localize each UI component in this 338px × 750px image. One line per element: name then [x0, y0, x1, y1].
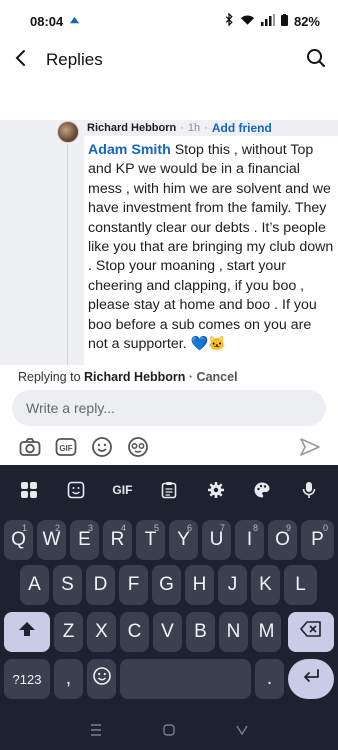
- key-e[interactable]: 3E: [70, 520, 99, 560]
- battery-percent: 82%: [293, 13, 320, 29]
- theme-palette-icon[interactable]: [247, 475, 277, 505]
- key-q[interactable]: 1Q: [4, 520, 33, 560]
- symbols-key[interactable]: ?123: [4, 659, 50, 699]
- replying-to-prefix: Replying to: [18, 370, 81, 384]
- reply-timestamp: 1h: [187, 122, 201, 134]
- composer-toolbar: GIF: [12, 433, 328, 461]
- back-arrow-icon[interactable]: [12, 49, 30, 72]
- reply-bubble: Adam Smith Stop this , without Top and K…: [84, 136, 338, 365]
- signal-icon: [260, 13, 275, 29]
- gif-icon[interactable]: GIF: [48, 433, 84, 461]
- thread-connector: [67, 144, 68, 365]
- reply-thread: Richard Hebborn · 1h · Add friend Adam S…: [0, 120, 338, 365]
- key-h[interactable]: H: [185, 565, 214, 605]
- space-bar[interactable]: [120, 659, 251, 699]
- key-p[interactable]: 0P: [301, 520, 334, 560]
- apps-grid-icon[interactable]: [14, 475, 44, 505]
- app-notification-icon: [69, 14, 80, 29]
- keyboard-toolbar: GIF: [0, 473, 338, 507]
- home-icon[interactable]: [162, 723, 176, 740]
- key-v[interactable]: V: [153, 612, 182, 652]
- cancel-reply-button[interactable]: · Cancel: [189, 370, 238, 384]
- reply-body-text: Stop this , without Top and KP we would …: [88, 142, 334, 353]
- key-g[interactable]: G: [152, 565, 181, 605]
- reply-author-name[interactable]: Richard Hebborn: [87, 122, 176, 134]
- key-j[interactable]: J: [218, 565, 247, 605]
- system-navigation-bar: [0, 712, 338, 750]
- mention-link[interactable]: Adam Smith: [88, 142, 171, 158]
- key-f[interactable]: F: [119, 565, 148, 605]
- key-i[interactable]: 8I: [235, 520, 264, 560]
- key-d[interactable]: D: [86, 565, 115, 605]
- emoji-icon: [92, 666, 112, 692]
- replying-to-label: Replying to Richard Hebborn · Cancel: [18, 370, 238, 384]
- shift-arrow-icon: [18, 621, 36, 643]
- reply-input[interactable]: [12, 390, 326, 426]
- key-s[interactable]: S: [53, 565, 82, 605]
- emoji-icon[interactable]: [84, 433, 120, 461]
- avatar-sticker-icon[interactable]: [120, 433, 156, 461]
- microphone-icon[interactable]: [294, 475, 324, 505]
- status-time: 08:04: [30, 13, 64, 29]
- page-title: Replies: [46, 50, 103, 69]
- bluetooth-icon: [224, 12, 234, 29]
- key-o[interactable]: 9O: [268, 520, 297, 560]
- key-t[interactable]: 5T: [136, 520, 165, 560]
- wifi-icon: [240, 14, 255, 29]
- search-icon[interactable]: [306, 48, 326, 73]
- shift-key[interactable]: [4, 612, 50, 652]
- back-nav-icon[interactable]: [235, 723, 249, 740]
- recent-apps-icon[interactable]: [89, 723, 103, 740]
- key-b[interactable]: B: [186, 612, 215, 652]
- period-key[interactable]: .: [255, 659, 284, 699]
- key-c[interactable]: C: [120, 612, 149, 652]
- svg-text:GIF: GIF: [59, 444, 72, 453]
- key-k[interactable]: K: [251, 565, 280, 605]
- separator-dot: ·: [180, 122, 184, 134]
- replying-to-name: Richard Hebborn: [84, 370, 186, 384]
- avatar[interactable]: [57, 121, 79, 143]
- emoji-key[interactable]: [87, 659, 116, 699]
- comma-key[interactable]: ,: [54, 659, 83, 699]
- key-l[interactable]: L: [284, 565, 317, 605]
- key-n[interactable]: N: [219, 612, 248, 652]
- camera-icon[interactable]: [12, 433, 48, 461]
- header-spacer: [0, 78, 338, 120]
- settings-gear-icon[interactable]: [201, 475, 231, 505]
- clipboard-icon[interactable]: [154, 475, 184, 505]
- battery-icon: [280, 13, 288, 29]
- backspace-key[interactable]: [288, 612, 334, 652]
- key-y[interactable]: 6Y: [169, 520, 198, 560]
- on-screen-keyboard: GIF 1Q 2W 3E 4R 5T 6Y 7U 8I 9O 0P A S D …: [0, 465, 338, 750]
- key-x[interactable]: X: [87, 612, 116, 652]
- reply-composer: Replying to Richard Hebborn · Cancel GIF: [0, 365, 338, 465]
- reply-comment: Richard Hebborn · 1h · Add friend Adam S…: [0, 120, 338, 365]
- add-friend-button[interactable]: Add friend: [212, 121, 272, 135]
- status-bar: 08:04 82%: [0, 0, 338, 42]
- key-a[interactable]: A: [20, 565, 49, 605]
- key-w[interactable]: 2W: [37, 520, 66, 560]
- key-u[interactable]: 7U: [202, 520, 231, 560]
- keyboard-gif-button[interactable]: GIF: [107, 475, 137, 505]
- send-icon[interactable]: [292, 433, 328, 461]
- key-r[interactable]: 4R: [103, 520, 132, 560]
- reply-header: Richard Hebborn · 1h · Add friend: [87, 121, 272, 135]
- separator-dot: ·: [204, 122, 208, 134]
- key-m[interactable]: M: [252, 612, 281, 652]
- app-header: Replies: [0, 42, 338, 78]
- enter-key[interactable]: [288, 659, 334, 699]
- enter-arrow-icon: [301, 668, 321, 690]
- sticker-icon[interactable]: [61, 475, 91, 505]
- backspace-icon: [300, 621, 322, 643]
- key-z[interactable]: Z: [54, 612, 83, 652]
